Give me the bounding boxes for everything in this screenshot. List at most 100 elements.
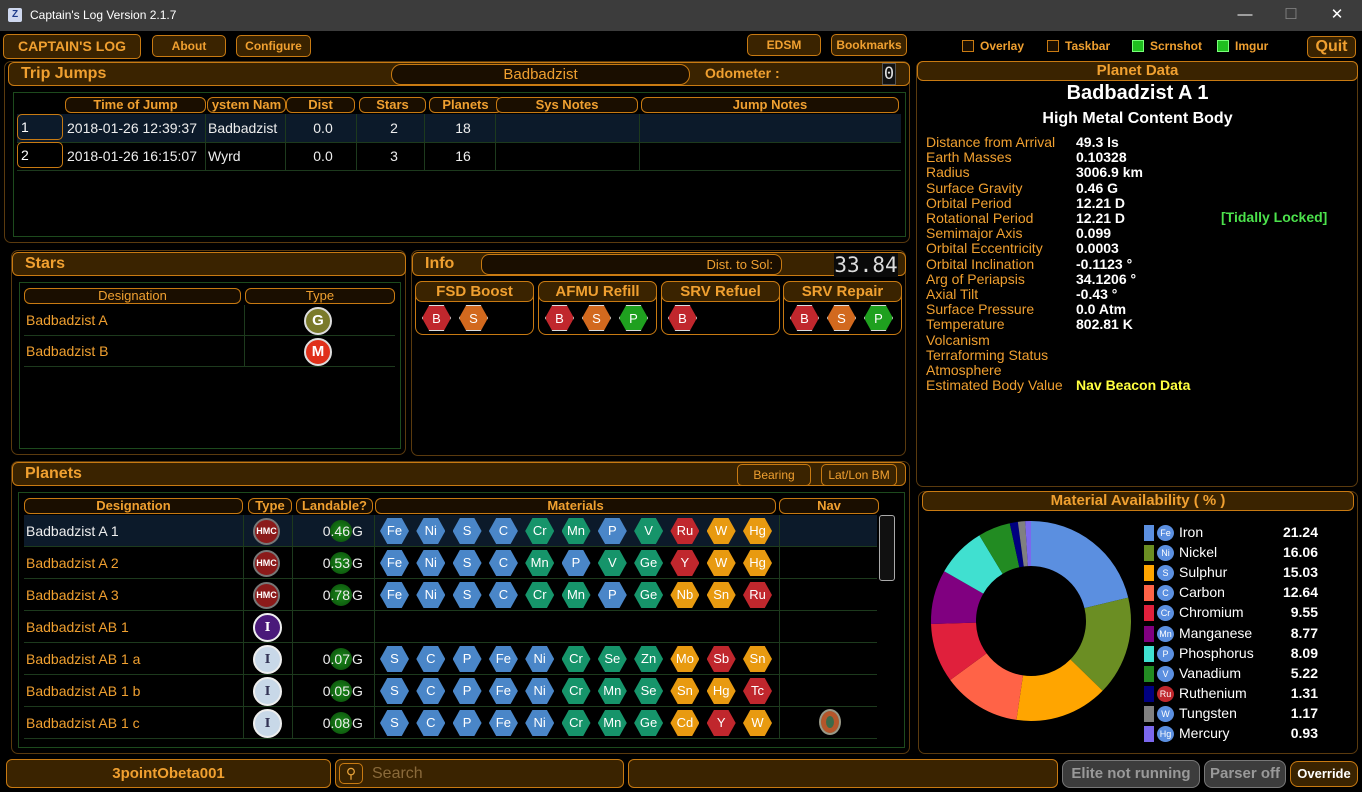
scrnshot-checkbox[interactable]: Scrnshot bbox=[1132, 37, 1202, 57]
planet-row[interactable]: Badbadzist AB 1 b I 0.05 G S C P Fe Ni Cr Mn Se Sn Hg… bbox=[24, 675, 877, 707]
app-logo: CAPTAIN'S LOG bbox=[3, 34, 141, 59]
planet-cell-divider bbox=[374, 515, 375, 547]
legend-swatch-tungsten bbox=[1144, 705, 1154, 722]
material-s-icon: S bbox=[452, 582, 482, 608]
trip-row[interactable]: 2 2018-01-26 16:15:07 Wyrd 0.0 3 16 bbox=[17, 142, 901, 171]
material-ru-icon: Ru bbox=[743, 582, 772, 608]
landable-gravity: 0.08 bbox=[322, 715, 350, 731]
current-system-field: Badbadzist bbox=[391, 64, 690, 85]
planets-table: Designation Type Landable? Materials Nav Bad… bbox=[18, 492, 905, 748]
trip-col-4: Planets bbox=[429, 97, 502, 113]
material-s-icon: S bbox=[452, 550, 482, 576]
planet-prop-label: Volcanism bbox=[926, 331, 990, 348]
taskbar-check-box[interactable] bbox=[1047, 40, 1059, 52]
planet-col-4: Nav bbox=[779, 498, 879, 514]
planet-name: Badbadzist AB 1 a bbox=[26, 651, 141, 667]
planet-prop-label: Orbital Eccentricity bbox=[926, 240, 1043, 257]
material-v-icon: V bbox=[597, 550, 627, 576]
trip-jumps-table: Time of Jump ystem Nam Dist Stars Planets Sys… bbox=[13, 92, 906, 237]
imgur-check-box[interactable] bbox=[1217, 40, 1229, 52]
gravity-unit: G bbox=[352, 523, 363, 539]
app-icon: Z bbox=[8, 8, 22, 22]
material-c-icon: C bbox=[488, 550, 518, 576]
trip-row[interactable]: 1 2018-01-26 12:39:37 Badbadzist 0.0 2 18 bbox=[17, 114, 901, 143]
material-ge-icon: Ge bbox=[634, 710, 664, 736]
search-input[interactable]: Search bbox=[372, 765, 423, 783]
planet-cell-divider bbox=[374, 547, 375, 579]
gravity-unit: G bbox=[352, 715, 363, 731]
material-c-icon: C bbox=[416, 710, 446, 736]
close-button[interactable]: ✕ bbox=[1314, 4, 1360, 28]
star-row[interactable]: Badbadzist B M bbox=[24, 336, 395, 367]
search-icon[interactable]: ⚲ bbox=[339, 763, 363, 784]
planet-row[interactable]: Badbadzist A 2 HMC 0.53 G Fe Ni S C Mn P V Ge Y W Hg bbox=[24, 547, 877, 579]
legend-value-phosphorus: 8.09 bbox=[1290, 644, 1318, 661]
material-fe-icon: Fe bbox=[380, 582, 409, 608]
overlay-checkbox[interactable]: Overlay bbox=[962, 37, 1024, 57]
bookmarks-button[interactable]: Bookmarks bbox=[831, 34, 907, 56]
material-ge-icon: Ge bbox=[634, 550, 664, 576]
planet-row[interactable]: Badbadzist AB 1 a I 0.07 G S C P Fe Ni Cr Se Zn Mo Sb… bbox=[24, 643, 877, 675]
legend-label-vanadium: Vanadium bbox=[1179, 664, 1242, 681]
material-s-icon: S bbox=[452, 518, 482, 544]
legend-label-chromium: Chromium bbox=[1179, 604, 1244, 621]
planet-cell-divider bbox=[243, 611, 244, 643]
about-button[interactable]: About bbox=[152, 35, 226, 57]
minimize-button[interactable]: — bbox=[1222, 4, 1268, 28]
landable-gravity: 0.53 bbox=[322, 555, 350, 571]
trip-cell-divider bbox=[424, 142, 425, 171]
material-mn-icon: Mn bbox=[525, 550, 555, 576]
icy-body-type-icon: I bbox=[253, 709, 282, 738]
planet-row[interactable]: Badbadzist AB 1 c I 0.08 G S C P Fe Ni Cr Mn Ge Cd Y W bbox=[24, 707, 877, 739]
trip-col-0: Time of Jump bbox=[65, 97, 206, 113]
configure-button[interactable]: Configure bbox=[236, 35, 311, 57]
material-p-icon: P bbox=[597, 518, 627, 544]
taskbar-checkbox[interactable]: Taskbar bbox=[1047, 37, 1110, 57]
material-ni-icon: Ni bbox=[525, 646, 555, 672]
material-fe-icon: Fe bbox=[488, 710, 518, 736]
gravity-unit: G bbox=[352, 587, 363, 603]
legend-value-mercury: 0.93 bbox=[1290, 725, 1318, 741]
material-v-icon: V bbox=[634, 518, 664, 544]
material-c-icon: C bbox=[416, 646, 446, 672]
latlon-bm-button[interactable]: Lat/Lon BM bbox=[821, 464, 897, 486]
legend-value-sulphur: 15.03 bbox=[1282, 564, 1318, 581]
star-cell-divider bbox=[244, 336, 245, 367]
info-p-grade-icon: P bbox=[864, 305, 893, 331]
trip-planets: 16 bbox=[455, 148, 471, 164]
bearing-button[interactable]: Bearing bbox=[737, 464, 811, 486]
quit-button[interactable]: Quit bbox=[1307, 36, 1356, 58]
maximize-button[interactable]: ☐ bbox=[1268, 4, 1314, 28]
material-p-icon: P bbox=[452, 678, 482, 704]
scrnshot-check-box[interactable] bbox=[1132, 40, 1144, 52]
trip-planets: 18 bbox=[455, 120, 471, 136]
overlay-check-box[interactable] bbox=[962, 40, 974, 52]
legend-label-sulphur: Sulphur bbox=[1179, 564, 1228, 581]
edsm-button[interactable]: EDSM bbox=[747, 34, 821, 56]
info-group-fsd-boost: FSD Boost B S bbox=[415, 281, 534, 335]
planet-row[interactable]: Badbadzist AB 1 I bbox=[24, 611, 877, 643]
planet-cell-divider bbox=[292, 611, 293, 643]
override-button[interactable]: Override bbox=[1290, 761, 1358, 787]
info-group-srv-refuel: SRV Refuel B bbox=[661, 281, 780, 335]
search-box[interactable]: ⚲ Search bbox=[335, 759, 624, 788]
planet-prop-label: Arg of Periapsis bbox=[926, 270, 1025, 287]
planets-title: Planets bbox=[25, 465, 82, 482]
legend-value-iron: 21.24 bbox=[1282, 524, 1318, 540]
material-cr-icon: Cr bbox=[561, 678, 591, 704]
trip-cell-divider bbox=[495, 114, 496, 143]
planet-cell-divider bbox=[779, 675, 780, 707]
material-nb-icon: Nb bbox=[670, 582, 700, 608]
legend-symbol-vanadium: V bbox=[1157, 665, 1174, 682]
title-bar: Z Captain's Log Version 2.1.7 — ☐ ✕ bbox=[0, 0, 1362, 31]
planet-row[interactable]: Badbadzist A 3 HMC 0.78 G Fe Ni S C Cr Mn P Ge Nb Sn R… bbox=[24, 579, 877, 611]
planet-prop-value: 0.099 bbox=[1076, 225, 1112, 242]
star-row[interactable]: Badbadzist A G bbox=[24, 305, 395, 336]
landable-gravity: 0.46 bbox=[322, 523, 350, 539]
imgur-checkbox[interactable]: Imgur bbox=[1217, 37, 1268, 57]
material-c-icon: C bbox=[416, 678, 446, 704]
material-w-icon: W bbox=[706, 550, 736, 576]
planets-scrollbar-thumb[interactable] bbox=[879, 515, 895, 581]
material-w-icon: W bbox=[743, 710, 772, 736]
planet-row[interactable]: Badbadzist A 1 HMC 0.46 G Fe Ni S C Cr Mn P V Ru W Hg bbox=[24, 515, 877, 547]
